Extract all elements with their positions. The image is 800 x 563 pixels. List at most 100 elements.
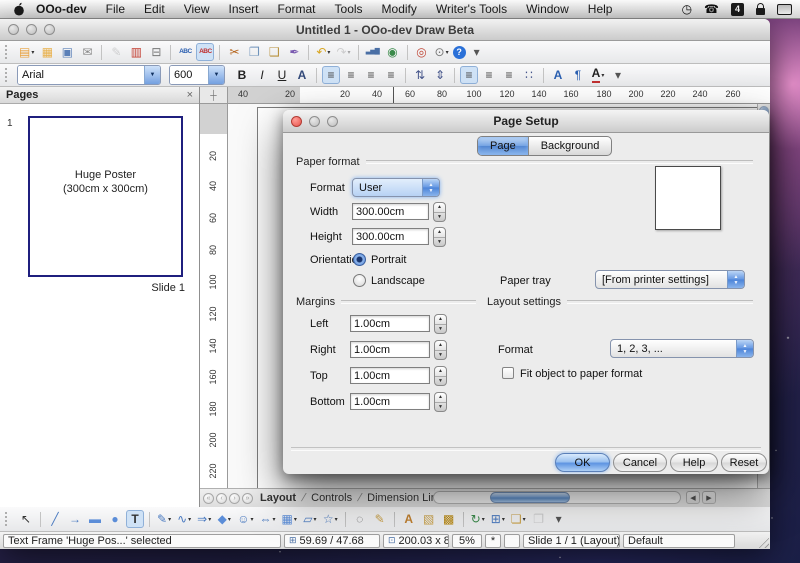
symbol-shapes-icon[interactable]: ☺▾: [235, 510, 255, 528]
resize-grip[interactable]: [756, 535, 769, 548]
character-dialog-icon[interactable]: A: [549, 66, 567, 84]
next-layer-button[interactable]: ›: [229, 493, 240, 504]
status-size[interactable]: ⊡ 200.03 x 82: [383, 534, 449, 548]
spellcheck-icon[interactable]: ABC: [176, 43, 194, 61]
menu-window[interactable]: Window: [526, 2, 569, 16]
tab-layout[interactable]: Layout: [254, 492, 302, 504]
callouts-icon[interactable]: ▱▾: [301, 510, 319, 528]
line-spacing-1-icon[interactable]: ≡: [460, 66, 478, 84]
fit-object-checkbox[interactable]: [502, 367, 514, 379]
align-right-icon[interactable]: ≡: [362, 66, 380, 84]
font-name-input[interactable]: [18, 66, 144, 84]
reset-button[interactable]: Reset: [721, 453, 767, 472]
align-left-icon[interactable]: ≡: [322, 66, 340, 84]
margin-bottom-input[interactable]: [350, 393, 430, 410]
cut-icon[interactable]: ✂: [225, 43, 243, 61]
bullets-icon[interactable]: ∷: [520, 66, 538, 84]
clone-formatting-icon[interactable]: ✒: [285, 43, 303, 61]
format-popup[interactable]: User ▲▼: [352, 178, 440, 197]
align-center-icon[interactable]: ≡: [342, 66, 360, 84]
tab-background[interactable]: Background: [528, 137, 612, 155]
menu-view[interactable]: View: [184, 2, 210, 16]
increase-spacing-icon[interactable]: ⇅: [411, 66, 429, 84]
stars-icon[interactable]: ☆▾: [321, 510, 340, 528]
toolbar-options-icon[interactable]: ▾: [609, 66, 627, 84]
basic-shapes-icon[interactable]: ◆▾: [215, 510, 233, 528]
toolbar-grip[interactable]: [5, 68, 12, 82]
toolbar-grip[interactable]: [5, 45, 12, 59]
align-justify-icon[interactable]: ≡: [382, 66, 400, 84]
select-tool-icon[interactable]: ↖: [17, 510, 35, 528]
save-icon[interactable]: ▣: [58, 43, 76, 61]
paragraph-dialog-icon[interactable]: ¶: [569, 66, 587, 84]
navigator-icon[interactable]: ◎: [413, 43, 431, 61]
horizontal-scrollbar-thumb[interactable]: [490, 492, 570, 503]
width-stepper[interactable]: ▲▼: [433, 202, 446, 222]
apple-menu[interactable]: [12, 2, 26, 16]
menu-insert[interactable]: Insert: [229, 2, 259, 16]
hyperlink-globe-icon[interactable]: ◉: [384, 43, 402, 61]
block-arrow-tool-icon[interactable]: ⇒▾: [195, 510, 213, 528]
menu-help[interactable]: Help: [588, 2, 613, 16]
chart-icon[interactable]: ▃▅▇: [364, 43, 382, 61]
margin-right-input[interactable]: [350, 341, 430, 358]
text-tool-icon[interactable]: T: [126, 510, 144, 528]
horizontal-ruler[interactable]: ┼ 40202040608010012014016018020022024026…: [200, 87, 770, 104]
margin-left-stepper[interactable]: ▲▼: [434, 314, 447, 334]
autospellcheck-icon[interactable]: ABC: [196, 43, 214, 61]
toolbar-options-icon[interactable]: ▾: [550, 510, 568, 528]
help-icon[interactable]: ?: [453, 46, 466, 59]
margin-top-input[interactable]: [350, 367, 430, 384]
rotate-icon[interactable]: ↻▾: [469, 510, 487, 528]
scroll-right-icon[interactable]: ▶: [702, 491, 716, 504]
italic-icon[interactable]: I: [253, 66, 271, 84]
first-layer-button[interactable]: «: [203, 493, 214, 504]
print-icon[interactable]: ⊟: [147, 43, 165, 61]
email-icon[interactable]: ✉: [78, 43, 96, 61]
connector-tool-icon[interactable]: ∿▾: [175, 510, 193, 528]
margin-bottom-stepper[interactable]: ▲▼: [434, 392, 447, 412]
window-titlebar[interactable]: Untitled 1 - OOo-dev Draw Beta: [0, 19, 770, 41]
call-icon[interactable]: ☎: [704, 2, 719, 16]
new-document-icon[interactable]: ▤▾: [17, 43, 36, 61]
margin-left-input[interactable]: [350, 315, 430, 332]
undo-icon[interactable]: ↶▾: [314, 43, 332, 61]
menu-writer-s-tools[interactable]: Writer's Tools: [436, 2, 507, 16]
menu-tools[interactable]: Tools: [335, 2, 363, 16]
toolbar-grip[interactable]: [5, 512, 12, 526]
margin-top-stepper[interactable]: ▲▼: [434, 366, 447, 386]
horizontal-scrollbar[interactable]: [433, 491, 681, 504]
zoom-tool-icon[interactable]: ⊙▾: [433, 43, 451, 61]
landscape-radio[interactable]: [353, 274, 366, 287]
export-pdf-icon[interactable]: ▥: [127, 43, 145, 61]
ellipse-tool-icon[interactable]: ●: [106, 510, 124, 528]
copy-icon[interactable]: ❐: [245, 43, 263, 61]
edit-points-icon[interactable]: ◌: [351, 510, 369, 528]
portrait-radio[interactable]: [353, 253, 366, 266]
displays-icon[interactable]: [777, 4, 792, 15]
menu-format[interactable]: Format: [278, 2, 316, 16]
menu-modify[interactable]: Modify: [382, 2, 417, 16]
chevron-down-icon[interactable]: ▼: [144, 66, 160, 84]
tab-controls[interactable]: Controls: [305, 492, 358, 504]
menu-ooo-dev[interactable]: OOo-dev: [36, 2, 87, 16]
vertical-ruler[interactable]: 20406080100120140160180200220: [200, 104, 228, 488]
menu-file[interactable]: File: [106, 2, 125, 16]
menu-edit[interactable]: Edit: [144, 2, 165, 16]
ok-button[interactable]: OK: [555, 453, 610, 472]
decrease-spacing-icon[interactable]: ⇕: [431, 66, 449, 84]
clock-icon[interactable]: ◷: [682, 2, 692, 16]
insert-image-icon[interactable]: ▧: [420, 510, 438, 528]
block-arrows-icon[interactable]: ⇔▾: [258, 510, 278, 528]
align-objects-icon[interactable]: ⊞▾: [489, 510, 507, 528]
lock-icon[interactable]: [756, 8, 765, 15]
arrange-icon[interactable]: ❏▾: [509, 510, 528, 528]
status-position[interactable]: ⊞ 59.69 / 47.68: [284, 534, 380, 548]
font-color-icon[interactable]: A▾: [589, 66, 607, 84]
height-input[interactable]: [352, 228, 429, 245]
font-effects-icon[interactable]: A: [293, 66, 311, 84]
curve-tool-icon[interactable]: ✎▾: [155, 510, 173, 528]
line-spacing-2-icon[interactable]: ≡: [500, 66, 518, 84]
status-zoom[interactable]: 5%: [452, 534, 482, 548]
slide-thumbnail[interactable]: Huge Poster (300cm x 300cm): [28, 116, 183, 277]
